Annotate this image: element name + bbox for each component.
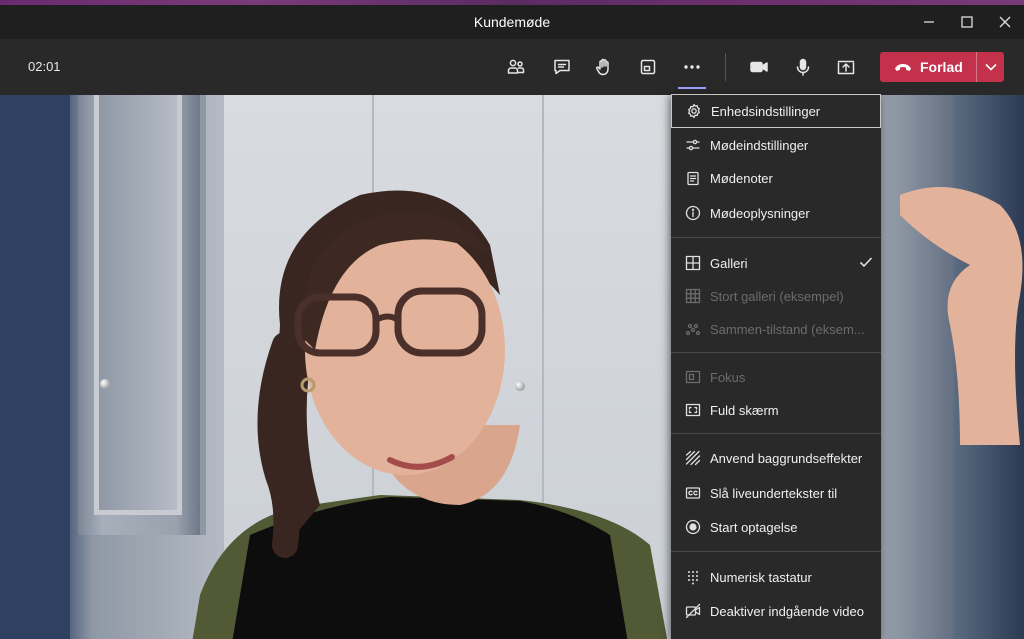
menu-item-label: Fokus — [710, 369, 746, 385]
close-icon — [999, 16, 1011, 28]
raise-hand-button[interactable] — [590, 53, 618, 81]
menu-item-label: Deaktiver indgående video — [710, 603, 864, 619]
window-controls — [910, 5, 1024, 39]
focus-icon — [685, 369, 701, 385]
menu-item-label: Anvend baggrundseffekter — [710, 450, 863, 466]
maximize-button[interactable] — [948, 5, 986, 39]
menu-separator — [671, 433, 881, 434]
video-door — [78, 95, 206, 535]
microphone-button[interactable] — [789, 53, 817, 81]
menu-item-label: Numerisk tastatur — [710, 569, 812, 585]
menu-item-label: Fuld skærm — [710, 402, 779, 418]
checkmark-icon — [859, 255, 873, 269]
menu-item-together-mode: Sammen-tilstand (eksem... — [671, 312, 881, 346]
sliders-icon — [685, 137, 701, 153]
background-effects-icon — [685, 450, 701, 466]
menu-item-label: Enhedsindstillinger — [711, 103, 821, 119]
menu-item-label: Stort galleri (eksempel) — [710, 288, 844, 304]
video-knob — [100, 379, 110, 389]
together-mode-icon — [685, 321, 701, 337]
more-actions-menu: Enhedsindstillinger Mødeindstillinger Mø… — [671, 94, 881, 639]
menu-item-large-gallery: Stort galleri (eksempel) — [671, 279, 881, 313]
menu-separator — [671, 551, 881, 552]
menu-item-device-settings[interactable]: Enhedsindstillinger — [671, 94, 881, 128]
menu-separator — [671, 237, 881, 238]
minimize-button[interactable] — [910, 5, 948, 39]
gear-icon — [686, 103, 702, 119]
video-participant — [192, 190, 668, 639]
chat-button[interactable] — [548, 53, 576, 81]
window-title: Kundemøde — [473, 14, 551, 30]
leave-options-button[interactable] — [977, 52, 1004, 82]
minimize-icon — [924, 21, 934, 23]
menu-item-label: Mødeoplysninger — [710, 205, 810, 221]
camera-button[interactable] — [745, 53, 773, 81]
menu-item-meeting-notes[interactable]: Mødenoter — [671, 161, 881, 195]
close-button[interactable] — [986, 5, 1024, 39]
menu-item-dial-pad[interactable]: Numerisk tastatur — [671, 560, 881, 594]
menu-item-disable-incoming-video[interactable]: Deaktiver indgående video — [671, 594, 881, 628]
menu-item-fullscreen[interactable]: Fuld skærm — [671, 393, 881, 427]
participants-button[interactable] — [502, 53, 530, 81]
keypad-icon — [685, 569, 701, 585]
microphone-icon — [796, 58, 810, 76]
camera-icon — [750, 61, 768, 73]
record-icon — [685, 519, 701, 535]
menu-item-start-recording[interactable]: Start optagelse — [671, 510, 881, 544]
chevron-down-icon — [984, 63, 997, 71]
chat-icon — [554, 59, 570, 75]
menu-item-meeting-options[interactable]: Mødeindstillinger — [671, 128, 881, 162]
notes-icon — [685, 170, 701, 186]
toolbar-divider — [725, 53, 726, 81]
menu-item-label: Slå liveundertekster til — [710, 485, 838, 501]
rooms-icon — [640, 59, 656, 75]
video-off-icon — [685, 603, 701, 619]
title-bar: Kundemøde — [0, 5, 1024, 39]
menu-item-gallery[interactable]: Galleri — [671, 246, 881, 280]
leave-button-group: Forlad — [880, 52, 1004, 82]
video-participant-hand — [900, 187, 1023, 445]
menu-separator — [671, 352, 881, 353]
menu-item-live-captions[interactable]: Slå liveundertekster til — [671, 476, 881, 510]
gallery-icon — [685, 255, 701, 271]
leave-button[interactable]: Forlad — [880, 52, 976, 82]
menu-item-label: Galleri — [710, 255, 748, 271]
meeting-toolbar: 02:01 Forlad — [0, 39, 1024, 95]
video-wall — [0, 95, 70, 639]
raise-hand-icon — [596, 58, 609, 76]
meeting-timer: 02:01 — [28, 59, 61, 74]
participants-icon — [507, 59, 525, 74]
hang-up-icon — [895, 64, 911, 71]
menu-item-label: Mødeindstillinger — [710, 137, 809, 153]
captions-icon — [685, 485, 701, 501]
menu-item-label: Start optagelse — [710, 519, 798, 535]
share-screen-icon — [837, 60, 855, 75]
rooms-button[interactable] — [634, 53, 662, 81]
info-icon — [685, 205, 701, 221]
maximize-icon — [961, 16, 973, 28]
leave-label: Forlad — [920, 59, 963, 75]
menu-item-meeting-info[interactable]: Mødeoplysninger — [671, 196, 881, 230]
menu-item-focus: Fokus — [671, 360, 881, 394]
more-actions-icon — [684, 65, 700, 69]
menu-item-background-effects[interactable]: Anvend baggrundseffekter — [671, 441, 881, 475]
menu-item-label: Mødenoter — [710, 170, 773, 186]
menu-item-label: Sammen-tilstand (eksem... — [710, 321, 865, 337]
large-gallery-icon — [685, 288, 701, 304]
share-screen-button[interactable] — [832, 53, 860, 81]
fullscreen-icon — [685, 402, 701, 418]
more-actions-button[interactable] — [678, 53, 706, 89]
